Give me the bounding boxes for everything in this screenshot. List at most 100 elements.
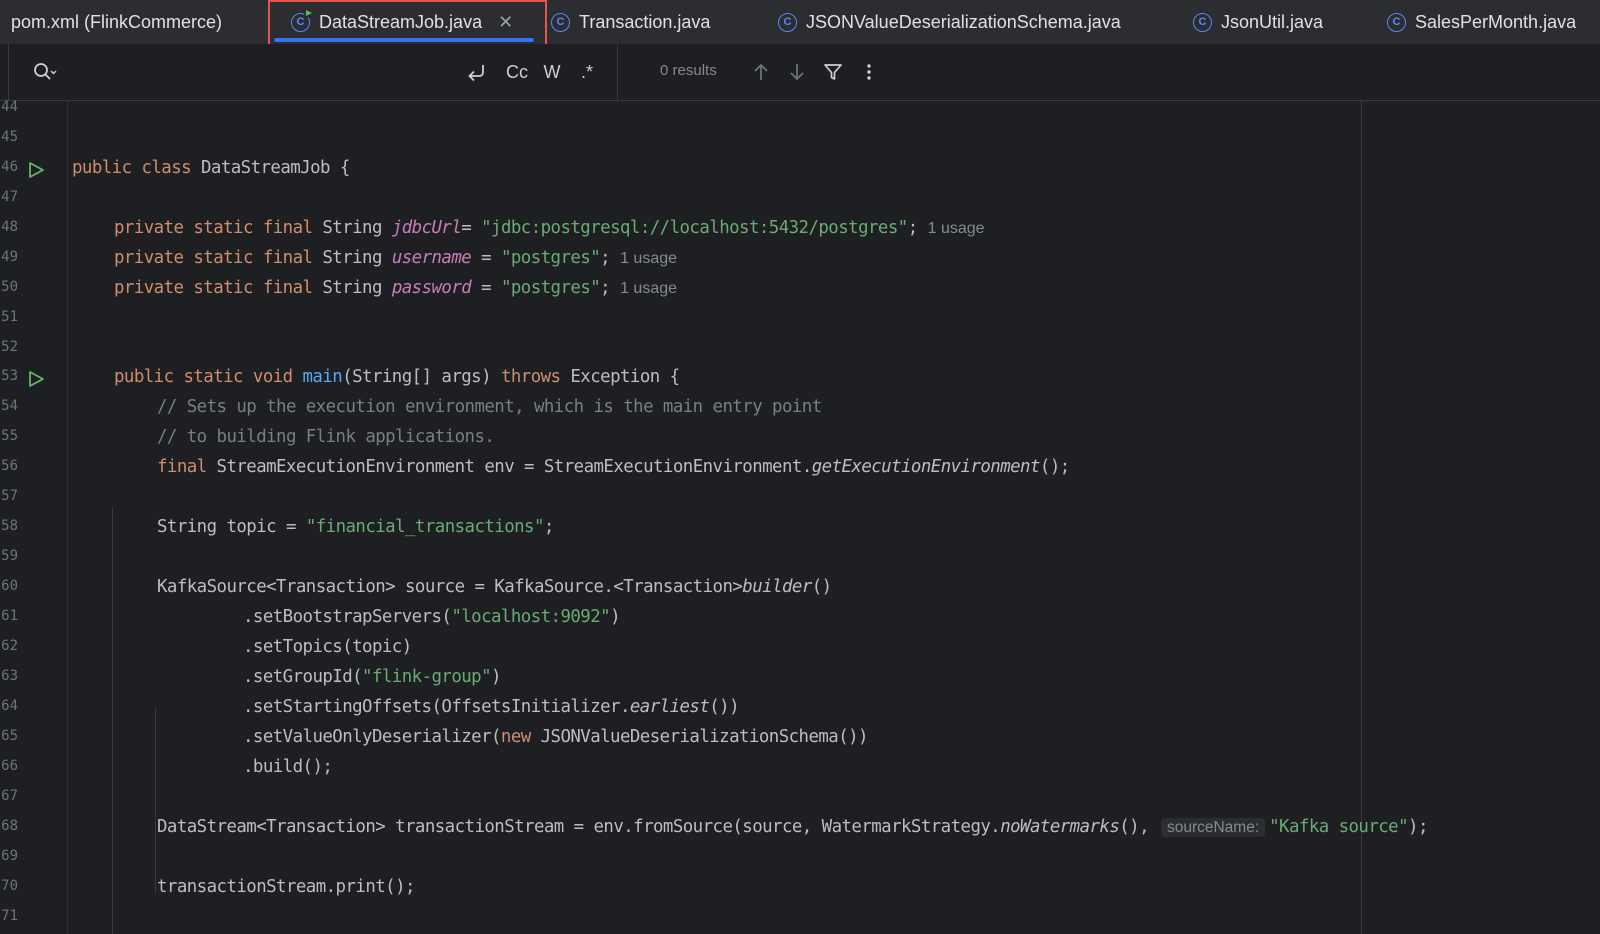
code-line: 63 .setGroupId("flink-group"): [0, 664, 1600, 694]
tab-label: pom.xml (FlinkCommerce): [11, 11, 223, 32]
line-number: 50: [1, 279, 18, 295]
usage-hint[interactable]: 1 usage: [928, 220, 985, 237]
tab-pom-xml[interactable]: pom.xml (FlinkCommerce): [11, 0, 222, 44]
code-text: private static final String username = "…: [114, 248, 678, 268]
code-text: .build();: [243, 757, 333, 777]
line-number: 71: [1, 908, 18, 924]
match-case-button[interactable]: Cc: [502, 58, 532, 86]
code-text: .setTopics(topic): [243, 637, 412, 657]
code-text: KafkaSource<Transaction> source = KafkaS…: [157, 577, 832, 597]
parameter-name-hint: sourceName:: [1160, 818, 1266, 837]
code-line: 70 transactionStream.print();: [0, 874, 1600, 904]
code-line: 65 .setValueOnlyDeserializer(new JSONVal…: [0, 724, 1600, 754]
line-number: 59: [1, 548, 18, 564]
code-line: 69: [0, 844, 1600, 874]
tab-salespermonth[interactable]: C SalesPerMonth.java: [1387, 0, 1576, 44]
java-class-icon: C: [551, 12, 570, 32]
usage-hint[interactable]: 1 usage: [620, 280, 677, 297]
code-comment: // to building Flink applications.: [157, 427, 495, 447]
java-class-icon: C: [1193, 12, 1212, 32]
usage-hint[interactable]: 1 usage: [620, 250, 677, 267]
next-occurrence-icon[interactable]: [786, 58, 808, 86]
code-line: 61 .setBootstrapServers("localhost:9092"…: [0, 604, 1600, 634]
previous-occurrence-icon[interactable]: [750, 58, 772, 86]
run-class-gutter-icon[interactable]: [27, 161, 45, 184]
tab-label: JsonUtil.java: [1221, 11, 1324, 32]
code-line: 53 public static void main(String[] args…: [0, 364, 1600, 394]
code-text: .setStartingOffsets(OffsetsInitializer.e…: [243, 697, 740, 717]
code-text: public static void main(String[] args) t…: [114, 367, 680, 387]
code-editor[interactable]: 44 45 46 public class DataStreamJob { 47…: [0, 99, 1600, 934]
code-text: DataStream<Transaction> transactionStrea…: [157, 817, 1428, 837]
code-line: 56 final StreamExecutionEnvironment env …: [0, 454, 1600, 484]
line-number: 58: [1, 518, 18, 534]
code-line: 46 public class DataStreamJob {: [0, 155, 1600, 185]
line-number: 53: [1, 368, 18, 384]
code-line: 60 KafkaSource<Transaction> source = Kaf…: [0, 574, 1600, 604]
filter-icon[interactable]: [822, 58, 844, 86]
line-number: 49: [1, 249, 18, 265]
line-number: 52: [1, 339, 18, 355]
code-line: 54 // Sets up the execution environment,…: [0, 394, 1600, 424]
active-tab-indicator: [274, 38, 534, 42]
code-line: 66 .build();: [0, 754, 1600, 784]
code-line: 71: [0, 904, 1600, 934]
find-toolbar: Cc W .* 0 results: [0, 44, 1600, 101]
code-text: final StreamExecutionEnvironment env = S…: [157, 457, 1070, 477]
run-main-gutter-icon[interactable]: [27, 370, 45, 393]
line-number: 64: [1, 698, 18, 714]
line-number: 67: [1, 788, 18, 804]
code-text: .setBootstrapServers("localhost:9092"): [243, 607, 621, 627]
code-comment: // Sets up the execution environment, wh…: [157, 397, 822, 417]
code-line: 67: [0, 784, 1600, 814]
java-class-icon: C: [778, 12, 797, 32]
code-line: 59: [0, 544, 1600, 574]
code-line: 51: [0, 305, 1600, 335]
tab-jsonutil[interactable]: C JsonUtil.java: [1193, 0, 1323, 44]
code-text: private static final String jdbcUrl= "jd…: [114, 218, 985, 238]
code-line: 44: [0, 95, 1600, 125]
code-line: 58 String topic = "financial_transaction…: [0, 514, 1600, 544]
code-line: 49 private static final String username …: [0, 245, 1600, 275]
whole-words-button[interactable]: W: [539, 58, 565, 86]
code-line: 52: [0, 335, 1600, 365]
line-number: 60: [1, 578, 18, 594]
line-number: 61: [1, 608, 18, 624]
code-text: .setValueOnlyDeserializer(new JSONValueD…: [243, 727, 869, 747]
regex-button[interactable]: .*: [574, 58, 600, 86]
code-line: 68 DataStream<Transaction> transactionSt…: [0, 814, 1600, 844]
java-class-run-icon: C: [291, 8, 313, 32]
more-options-icon[interactable]: [858, 58, 880, 86]
line-number: 70: [1, 878, 18, 894]
line-number: 44: [1, 99, 18, 115]
line-number: 45: [1, 129, 18, 145]
line-number: 69: [1, 848, 18, 864]
search-history-icon[interactable]: [30, 58, 60, 86]
code-line: 45: [0, 125, 1600, 155]
tab-jsonvaluedeserializationschema[interactable]: C JSONValueDeserializationSchema.java: [778, 0, 1121, 44]
line-number: 66: [1, 758, 18, 774]
code-text: .setGroupId("flink-group"): [243, 667, 501, 687]
code-text: private static final String password = "…: [114, 278, 678, 298]
code-line: 62 .setTopics(topic): [0, 634, 1600, 664]
code-text: String topic = "financial_transactions";: [157, 517, 554, 537]
editor-tab-bar: pom.xml (FlinkCommerce) C DataStreamJob.…: [0, 0, 1600, 45]
tab-label: JSONValueDeserializationSchema.java: [806, 11, 1121, 32]
newline-icon[interactable]: [462, 58, 490, 86]
code-line: 64 .setStartingOffsets(OffsetsInitialize…: [0, 694, 1600, 724]
code-text: public class DataStreamJob {: [72, 158, 350, 178]
tab-transaction[interactable]: C Transaction.java: [551, 0, 710, 44]
code-line: 55 // to building Flink applications.: [0, 424, 1600, 454]
code-line: 57: [0, 484, 1600, 514]
code-line: 48 private static final String jdbcUrl= …: [0, 215, 1600, 245]
java-class-icon: C: [1387, 12, 1406, 32]
code-text: transactionStream.print();: [157, 877, 415, 897]
search-results-count: 0 results: [660, 62, 717, 79]
close-tab-icon[interactable]: ✕: [498, 12, 513, 33]
line-number: 63: [1, 668, 18, 684]
line-number: 48: [1, 219, 18, 235]
line-number: 68: [1, 818, 18, 834]
tab-label: DataStreamJob.java: [319, 11, 483, 32]
line-number: 57: [1, 488, 18, 504]
code-line: 50 private static final String password …: [0, 275, 1600, 305]
